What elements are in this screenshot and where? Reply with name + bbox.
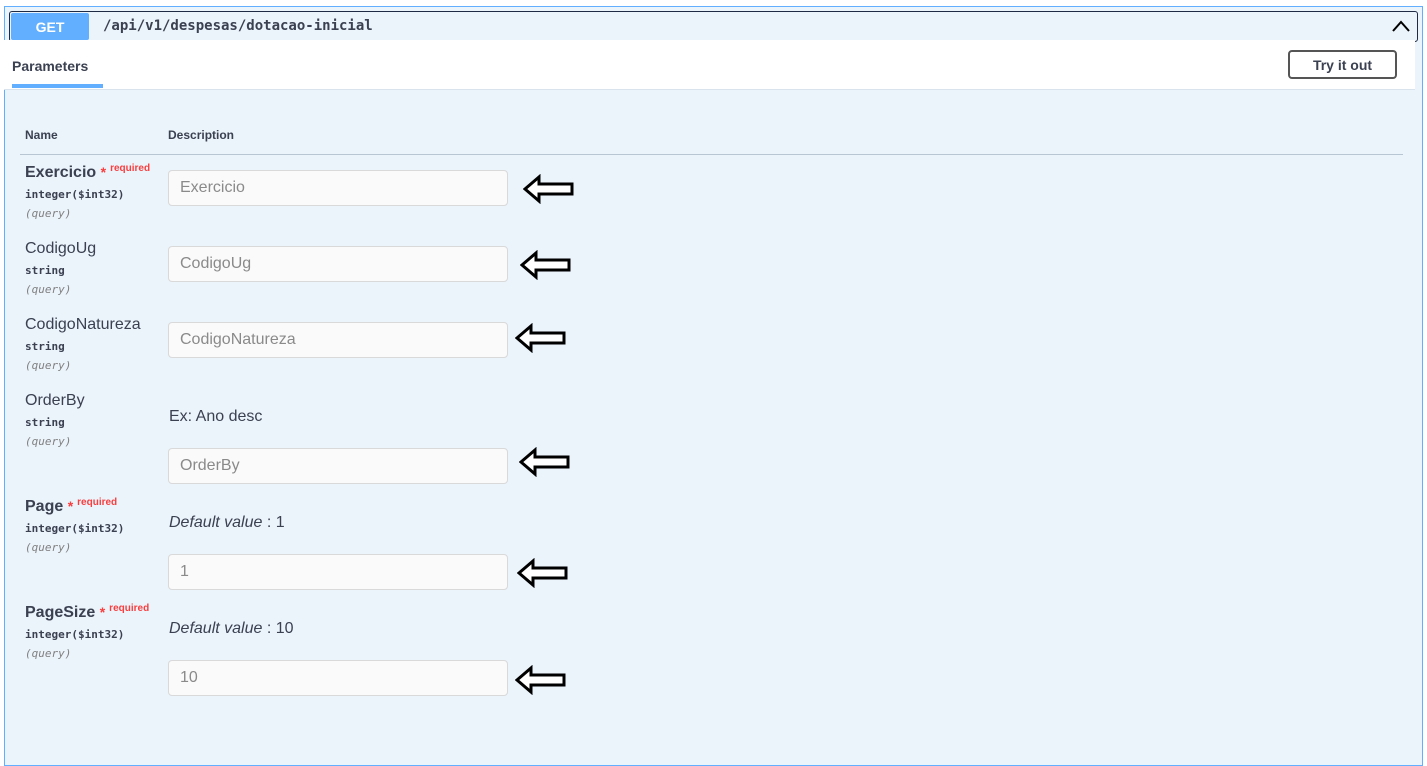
operation-path: /api/v1/despesas/dotacao-inicial	[103, 18, 373, 34]
operation-summary[interactable]: GET /api/v1/despesas/dotacao-inicial	[9, 11, 1418, 42]
param-location: (query)	[25, 283, 72, 296]
default-label: Default value	[169, 514, 263, 531]
pagesize-input[interactable]	[168, 660, 508, 696]
default-value: : 10	[262, 620, 294, 637]
param-location: (query)	[25, 359, 72, 372]
exercicio-input[interactable]	[168, 170, 508, 206]
param-type: integer($int32)	[25, 522, 125, 535]
orderby-input[interactable]	[168, 448, 508, 484]
tab-active-indicator	[12, 84, 103, 88]
parameters-header: Parameters Try it out	[4, 40, 1415, 90]
page-input[interactable]	[168, 554, 508, 590]
param-type: integer($int32)	[25, 628, 125, 641]
default-value: : 1	[262, 514, 285, 531]
required-label: required	[109, 603, 150, 614]
param-default: Default value : 10	[169, 620, 294, 638]
required-star: *	[100, 164, 107, 180]
arrow-left-outline-icon	[520, 250, 571, 280]
codigoug-input[interactable]	[168, 246, 508, 282]
chevron-up-icon[interactable]	[1391, 16, 1411, 36]
param-type: integer($int32)	[25, 188, 125, 201]
http-method-badge: GET	[11, 13, 89, 40]
param-name-pagesize: PageSize * required	[25, 603, 150, 622]
param-name-text: Page	[25, 498, 64, 515]
table-divider	[20, 154, 1403, 155]
param-description: Ex: Ano desc	[169, 408, 263, 425]
required-star: *	[67, 498, 74, 514]
param-type: string	[25, 264, 65, 277]
arrow-left-outline-icon	[519, 447, 570, 477]
param-name-codigoug: CodigoUg	[25, 240, 97, 257]
param-default: Default value : 1	[169, 514, 285, 532]
param-name-text: Exercicio	[25, 164, 97, 181]
arrow-left-outline-icon	[517, 558, 568, 588]
required-label: required	[77, 497, 118, 508]
param-name-codigonatureza: CodigoNatureza	[25, 316, 141, 333]
param-name-orderby: OrderBy	[25, 392, 85, 409]
arrow-left-outline-icon	[515, 323, 566, 353]
param-name-page: Page * required	[25, 497, 118, 516]
try-it-out-button[interactable]: Try it out	[1288, 50, 1397, 79]
arrow-left-outline-icon	[523, 174, 574, 204]
param-location: (query)	[25, 435, 72, 448]
operation-block: GET /api/v1/despesas/dotacao-inicial	[4, 6, 1423, 766]
required-star: *	[99, 604, 106, 620]
column-header-name: Name	[25, 128, 58, 142]
param-location: (query)	[25, 541, 72, 554]
default-label: Default value	[169, 620, 263, 637]
param-name-text: PageSize	[25, 604, 96, 621]
param-type: string	[25, 340, 65, 353]
param-type: string	[25, 416, 65, 429]
codigonatureza-input[interactable]	[168, 322, 508, 358]
column-header-description: Description	[168, 128, 235, 142]
tab-parameters[interactable]: Parameters	[12, 58, 88, 74]
required-label: required	[110, 163, 151, 174]
param-location: (query)	[25, 647, 72, 660]
param-name-exercicio: Exercicio * required	[25, 163, 151, 182]
arrow-left-outline-icon	[515, 665, 566, 695]
param-location: (query)	[25, 207, 72, 220]
